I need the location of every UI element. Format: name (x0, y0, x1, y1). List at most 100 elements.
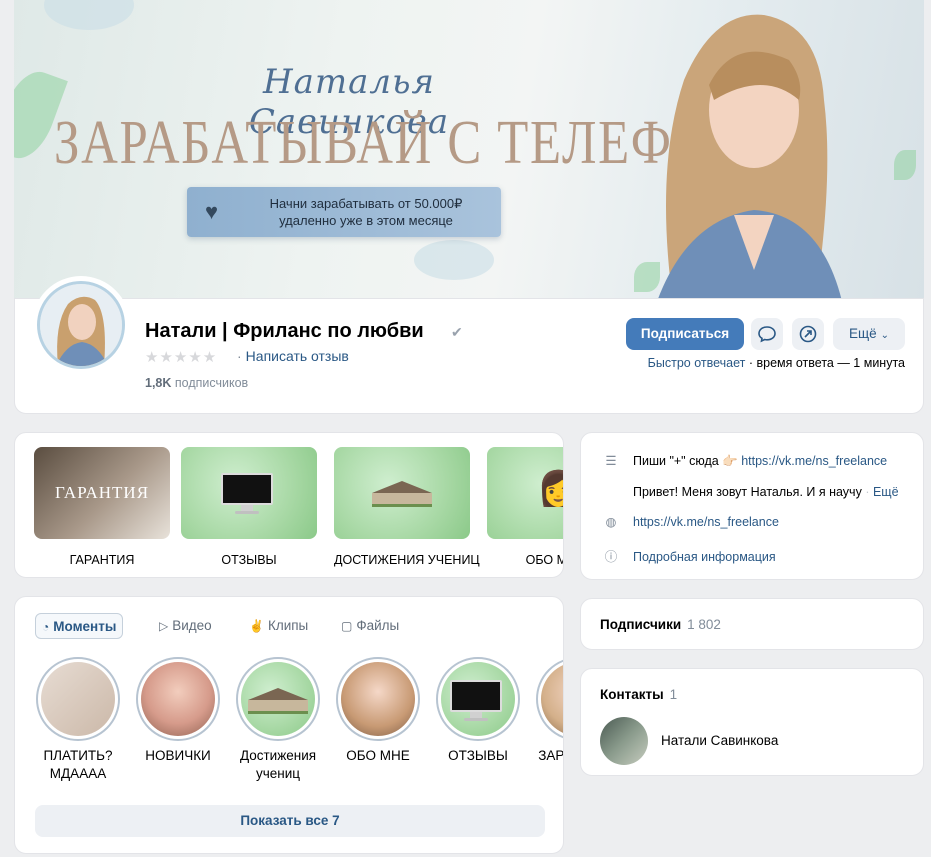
highlight-label: ОБО МНЕ (525, 553, 563, 567)
story-item[interactable]: ОТЗЫВЫ (433, 657, 523, 765)
status-link[interactable]: https://vk.me/ns_freelance (741, 454, 887, 468)
highlight-item-reviews[interactable]: ОТЗЫВЫ (181, 447, 317, 567)
reply-speed-status: Быстро отвечает · время ответа — 1 минут… (648, 356, 905, 370)
info-circle-icon: ⓘ (604, 550, 618, 564)
highlights-carousel: ГАРАНТИЯ ГАРАНТИЯ ОТЗЫВЫ ДОСТИЖЕНИЯ УЧЕН… (14, 432, 564, 578)
more-button[interactable]: Ещё ⌄ (833, 318, 905, 350)
details-link[interactable]: Подробная информация (633, 550, 776, 564)
more-label: Ещё (848, 326, 877, 341)
story-label: ОБО МНЕ (346, 748, 410, 763)
highlight-label: ОТЗЫВЫ (221, 553, 277, 567)
story-item[interactable]: НОВИЧКИ (133, 657, 223, 765)
monitor-icon (450, 680, 502, 721)
tab-label: Видео (172, 618, 212, 633)
highlight-thumb: 👩 (487, 447, 563, 539)
story-item[interactable]: ОБО МНЕ (333, 657, 423, 765)
contacts-title-text[interactable]: Контакты (600, 687, 664, 702)
profile-avatar[interactable] (32, 276, 130, 374)
cover-image: Наталья Савинкова ЗАРАБАТЫВАЙ С ТЕЛЕФОНА… (14, 0, 924, 300)
story-label: Достижения учениц (239, 748, 317, 781)
write-review-link[interactable]: · Написать отзыв (237, 348, 349, 364)
feather-decoration (414, 240, 494, 280)
details-row[interactable]: ⓘ Подробная информация (601, 546, 776, 565)
website-link[interactable]: https://vk.me/ns_freelance (633, 515, 779, 529)
tab-clips[interactable]: ✌ Клипы (243, 613, 314, 639)
story-label: ПЛАТИТЬ? МДАААА (43, 748, 113, 781)
moments-icon: ◔ (42, 620, 50, 634)
story-thumb (341, 662, 415, 736)
message-icon (758, 326, 776, 343)
profile-name: Натали | Фриланс по любви (145, 320, 424, 342)
highlight-label: ГАРАНТИЯ (69, 553, 135, 567)
about-row: Привет! Меня зовут Наталья. И я научу · … (633, 485, 899, 499)
story-item[interactable]: Достижения учениц (233, 657, 323, 783)
monitor-icon (221, 473, 273, 514)
clips-icon: ✌ (249, 619, 264, 633)
contacts-card: Контакты 1 Натали Савинкова (580, 668, 924, 776)
tab-video[interactable]: ▷ Видео (153, 613, 218, 639)
contacts-title: Контакты 1 (600, 687, 677, 702)
about-more-link[interactable]: Ещё (873, 485, 899, 499)
media-card: ◔ Моменты ▷ Видео ✌ Клипы ▢ Файлы ПЛАТИТЬ? М… (14, 596, 564, 854)
leaf-decoration (894, 150, 916, 180)
story-label: ОТЗЫВЫ (448, 748, 508, 763)
cover-portrait (657, 14, 842, 300)
story-thumb (41, 662, 115, 736)
story-thumb (141, 662, 215, 736)
highlight-item-about[interactable]: 👩 ОБО МНЕ (487, 447, 563, 567)
highlight-thumb (334, 447, 470, 539)
verified-check-icon: ✔ (451, 324, 463, 340)
heart-hand-icon: ♥ (205, 199, 219, 224)
feather-decoration (44, 0, 134, 30)
story-thumb (241, 662, 315, 736)
subscribers-title-text: Подписчики (600, 617, 682, 632)
status-text: Пиши "+" сюда 👉🏻 (633, 454, 742, 468)
story-label: НОВИЧКИ (145, 748, 211, 763)
highlight-item-achievements[interactable]: ДОСТИЖЕНИЯ УЧЕНИЦ (334, 447, 480, 567)
fast-reply-label[interactable]: Быстро отвечает (648, 356, 746, 370)
subscribers-title: Подписчики 1 802 (600, 617, 721, 632)
subscribers-count: 1,8K (145, 376, 172, 390)
website-row: ◍ https://vk.me/ns_freelance (601, 514, 779, 529)
info-card: ☰ Пиши "+" сюда 👉🏻 https://vk.me/ns_freel… (580, 432, 924, 580)
text-lines-icon: ☰ (605, 454, 617, 468)
subscribers-total: 1 802 (687, 617, 721, 632)
tab-label: Файлы (356, 618, 400, 633)
tab-label: Клипы (267, 618, 309, 633)
contact-name[interactable]: Натали Савинкова (661, 733, 778, 748)
status-row: ☰ Пиши "+" сюда 👉🏻 https://vk.me/ns_freel… (601, 453, 887, 469)
file-icon: ▢ (341, 619, 353, 633)
contact-avatar[interactable] (600, 717, 648, 765)
tab-files[interactable]: ▢ Файлы (335, 613, 405, 639)
story-item[interactable]: ПЛАТИТЬ? МДАААА (33, 657, 123, 783)
highlight-thumb: ГАРАНТИЯ (34, 447, 170, 539)
show-all-button[interactable]: Показать все 7 (35, 805, 545, 837)
video-icon: ▷ (159, 619, 169, 633)
chevron-down-icon: ⌄ (880, 330, 889, 341)
subscribers-label: подписчиков (174, 376, 249, 390)
story-thumb (541, 662, 563, 736)
rating-stars: ★★★★★ (145, 349, 218, 366)
write-review-label[interactable]: Написать отзыв (246, 348, 349, 364)
contacts-total: 1 (669, 687, 678, 702)
subscribers-summary[interactable]: 1,8K подписчиков (145, 376, 248, 390)
cover-promo-banner: ♥ Начни зарабатывать от 50.000₽ удаленно… (187, 187, 501, 237)
message-button[interactable] (751, 318, 783, 350)
highlight-item-guarantee[interactable]: ГАРАНТИЯ ГАРАНТИЯ (34, 447, 170, 567)
globe-icon: ◍ (605, 515, 617, 529)
house-icon (248, 688, 308, 714)
subscribe-button[interactable]: Подписаться (626, 318, 744, 350)
subscribers-card[interactable]: Подписчики 1 802 (580, 598, 924, 650)
about-text: Привет! Меня зовут Наталья. И я научу (633, 485, 862, 499)
share-icon (799, 325, 817, 343)
tab-label: Моменты (53, 619, 117, 634)
promo-line-1: Начни зарабатывать от 50.000₽ (269, 196, 463, 211)
story-label: ЗАРАБОТОК (538, 748, 564, 763)
story-thumb (441, 662, 515, 736)
highlight-thumb (181, 447, 317, 539)
cover-headline: ЗАРАБАТЫВАЙ С ТЕЛЕФОНА (54, 109, 789, 177)
share-button[interactable] (792, 318, 824, 350)
highlight-label: ДОСТИЖЕНИЯ УЧЕНИЦ (334, 553, 480, 567)
tab-moments[interactable]: ◔ Моменты (35, 613, 124, 639)
story-item[interactable]: ЗАРАБОТОК (533, 657, 564, 765)
